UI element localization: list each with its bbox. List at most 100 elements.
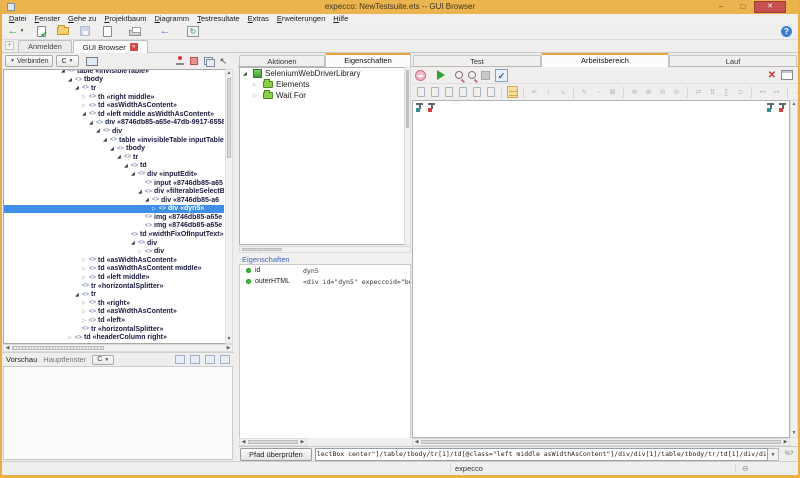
dom-tree-row[interactable]: ▷<>div «dyn5» (4, 205, 224, 214)
help-icon[interactable]: ? (781, 26, 792, 37)
tab-anmelden[interactable]: Anmelden (18, 40, 72, 52)
expanded-marker-icon[interactable]: ◢ (96, 127, 103, 135)
dom-tree-row[interactable]: ▷<>td «headerColumn right» (4, 333, 224, 342)
page-tool-icon[interactable] (429, 86, 440, 98)
collapsed-marker-icon[interactable]: ▷ (138, 248, 145, 256)
expanded-marker-icon[interactable]: ◢ (68, 76, 75, 84)
tab-lauf[interactable]: Lauf (669, 55, 797, 66)
dom-tree-row[interactable]: ▷<>div (4, 247, 224, 256)
dom-tree-row[interactable]: ◢<>tbody (4, 144, 224, 153)
refresh-dropdown-button[interactable]: C▼ (56, 55, 78, 67)
check-path-button[interactable]: Pfad überprüfen (240, 448, 312, 461)
copy-icon[interactable] (204, 57, 213, 65)
tab-aktionen[interactable]: Aktionen (239, 55, 325, 66)
tab-eigenschaften[interactable]: Eigenschaften (325, 53, 411, 67)
xpath-input[interactable] (315, 448, 768, 461)
menu-item-erweiterungen[interactable]: Erweiterungen (273, 14, 329, 23)
menu-item-hilfe[interactable]: Hilfe (329, 14, 352, 23)
dom-tree-row[interactable]: <>td «widthFixOfInputText» (4, 230, 224, 239)
resize-grip[interactable]: ⋱ (790, 467, 796, 474)
dom-tree-row[interactable]: ◢<>div (4, 127, 224, 136)
collapsed-marker-icon[interactable]: ▷ (82, 274, 89, 282)
actions-horizontal-scrollbar[interactable] (239, 246, 411, 253)
input-pin-icon[interactable] (416, 103, 425, 112)
menu-item-fenster[interactable]: Fenster (31, 14, 64, 23)
dom-tree-row[interactable]: <>tr «horizontalSplitter» (4, 282, 224, 291)
hauptfenster-tab[interactable]: Hauptfenster (43, 355, 86, 364)
canvas-vertical-scrollbar[interactable]: ▲▼ (790, 100, 798, 438)
move-up-icon[interactable]: ↑ (543, 86, 554, 98)
save-icon[interactable] (77, 24, 93, 38)
pin-off-icon[interactable]: ⊘ (671, 86, 682, 98)
expanded-marker-icon[interactable]: ◢ (89, 119, 96, 127)
move-down-icon[interactable]: ↘ (557, 86, 568, 98)
monitor-icon[interactable] (86, 57, 98, 66)
expanded-marker-icon[interactable]: ◢ (110, 145, 117, 153)
expanded-marker-icon[interactable]: ◢ (138, 188, 145, 196)
expanded-marker-icon[interactable]: ◢ (75, 291, 82, 299)
grid-tool-icon[interactable] (507, 86, 518, 98)
delete-icon[interactable]: ✕ (768, 70, 776, 81)
dom-tree-row[interactable]: ◢<>div «8746db85-a65e-47db-9917-6558664 (4, 119, 224, 128)
expanded-marker-icon[interactable]: ◢ (117, 153, 124, 161)
run-icon[interactable] (437, 70, 445, 80)
input-pin-icon[interactable] (767, 103, 776, 112)
page-tool-icon[interactable] (485, 86, 496, 98)
tab-gui-browser[interactable]: GUI Browser✕ (73, 40, 148, 53)
dom-tree-row[interactable]: <>input «8746db85-a65 (4, 179, 224, 188)
maximize-button[interactable]: □ (732, 1, 754, 13)
xpath-helper-icon[interactable]: %? (782, 451, 796, 457)
menu-item-diagramm[interactable]: Diagramm (150, 14, 193, 23)
collapsed-marker-icon[interactable]: ▷ (68, 334, 75, 342)
dom-tree-row[interactable]: ◢<>tr (4, 290, 224, 299)
expanded-marker-icon[interactable]: ◢ (82, 110, 89, 118)
collapsed-marker-icon[interactable]: ▷ (82, 317, 89, 325)
collapsed-marker-icon[interactable]: ▷ (82, 93, 89, 101)
collapsed-marker-icon[interactable]: ▷ (82, 265, 89, 273)
pin-minus-icon[interactable]: ⊖ (657, 86, 668, 98)
dom-tree-horizontal-scrollbar[interactable]: ◀▶ (3, 344, 233, 352)
reload-window-icon[interactable]: ↻ (185, 24, 201, 38)
dom-tree-row[interactable]: ▷<>th «right middle» (4, 93, 224, 102)
align-icon[interactable]: ↖ (579, 86, 590, 98)
check-toggle-icon[interactable]: ✓ (495, 69, 508, 82)
expanded-marker-icon[interactable]: ◢ (103, 136, 110, 144)
menu-item-datei[interactable]: Datei (5, 14, 31, 23)
dom-tree-row[interactable]: ▷<>td «asWidthAsContent» (4, 308, 224, 317)
actions-tree-row[interactable]: ▷Elements (240, 79, 410, 90)
dom-tree-row[interactable]: ◢<>div «filterableSelectB (4, 187, 224, 196)
subset-icon[interactable]: ⊃ (735, 86, 746, 98)
cascade-icon[interactable] (190, 355, 200, 364)
expanded-marker-icon[interactable]: ◢ (145, 196, 152, 204)
jump-end-icon[interactable]: ↦ (771, 86, 782, 98)
swap-icon[interactable]: ⇄ (693, 86, 704, 98)
dom-tree-row[interactable]: ◢<>tr (4, 84, 224, 93)
dom-tree-row[interactable]: ◢<>tr (4, 153, 224, 162)
jump-start-icon[interactable]: ↤ (757, 86, 768, 98)
menu-item-projektbaum[interactable]: Projektbaum (100, 14, 150, 23)
expanded-marker-icon[interactable]: ◢ (131, 170, 138, 178)
back-icon[interactable]: ←▼ (5, 24, 27, 38)
zoom-in-icon[interactable] (455, 71, 463, 79)
dom-tree-row[interactable]: <>img «8746db85-a65e (4, 222, 224, 231)
tab-arbeitsbereich[interactable]: Arbeitsbereich (541, 53, 669, 67)
dom-tree-row[interactable]: ◢<>div «inputEdit» (4, 170, 224, 179)
new-testsuite-check-icon[interactable]: ✔ (33, 24, 49, 38)
collapsed-marker-icon[interactable]: ▷ (152, 205, 159, 213)
minimize-button[interactable]: – (710, 1, 732, 13)
dom-tree-row[interactable]: ◢<>div (4, 239, 224, 248)
close-tab-icon[interactable]: ✕ (130, 43, 138, 51)
grid-icon[interactable] (175, 355, 185, 364)
diagram-canvas[interactable] (412, 100, 790, 438)
collapsed-marker-icon[interactable]: ▷ (253, 92, 260, 100)
record-disabled-icon[interactable] (415, 70, 426, 81)
print-icon[interactable] (127, 24, 143, 38)
collapsed-marker-icon[interactable]: ▷ (82, 299, 89, 307)
pin-add-icon[interactable]: ⊕ (629, 86, 640, 98)
record-icon[interactable] (190, 57, 198, 65)
expanded-marker-icon[interactable]: ◢ (124, 162, 131, 170)
dom-tree-row[interactable]: ▷<>td «asWidthAsContent» (4, 256, 224, 265)
sort-icon[interactable]: ⇅ (707, 86, 718, 98)
dom-tree-row[interactable]: ◢<>td «left middle asWidthAsContent» (4, 110, 224, 119)
property-row[interactable]: outerHTML<div id="dyn5" expeccoid="be48f… (240, 276, 410, 287)
